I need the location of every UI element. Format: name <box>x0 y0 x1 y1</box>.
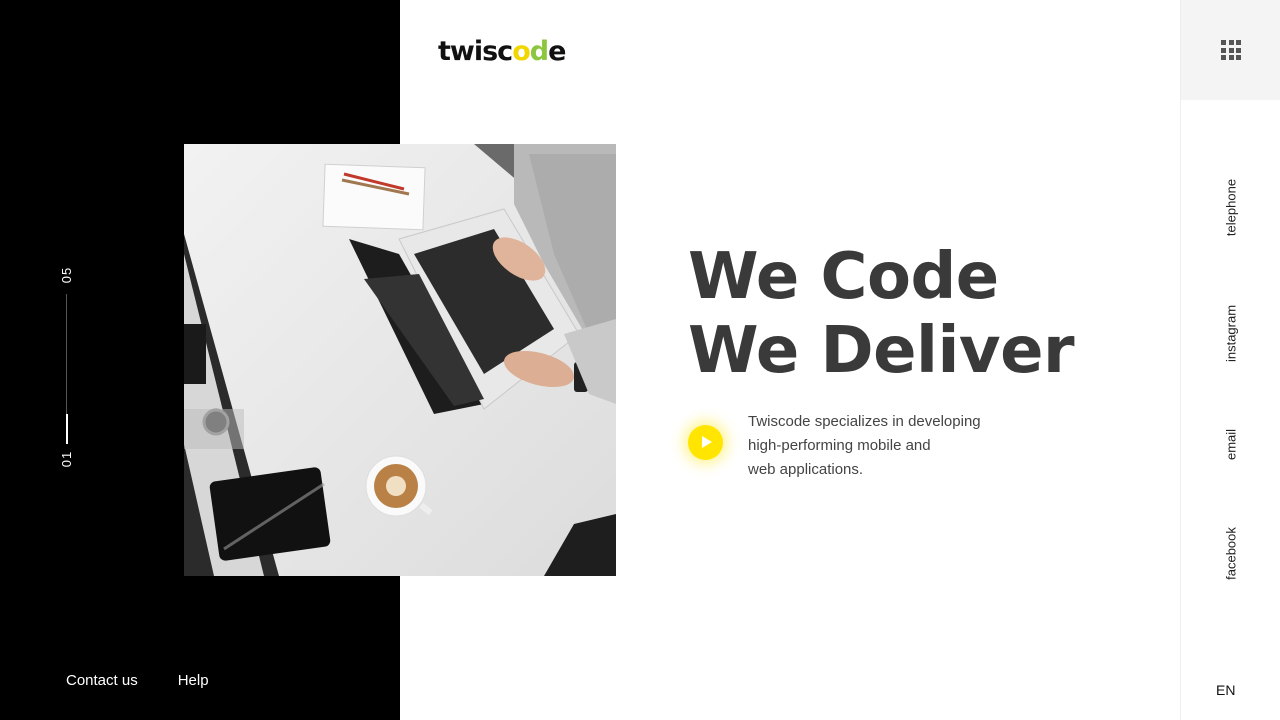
laptop-desk-image <box>184 144 616 576</box>
hero-title-line-2: We Deliver <box>688 314 1075 388</box>
facebook-link[interactable]: facebook <box>1224 527 1239 580</box>
logo-letter-green: d <box>529 36 549 67</box>
hero-description-line: Twiscode specializes in developing <box>748 413 981 430</box>
slide-progress <box>66 414 68 444</box>
logo-text-end: e <box>548 36 566 67</box>
social-item-email: email <box>1181 429 1280 460</box>
telephone-link[interactable]: telephone <box>1224 179 1239 236</box>
brand-logo[interactable]: twiscode <box>438 36 566 67</box>
logo-letter-yellow: o <box>512 36 531 67</box>
play-icon <box>702 436 712 448</box>
play-video-button[interactable] <box>688 425 723 460</box>
slide-total: 05 <box>59 266 74 284</box>
hero-description-line: web applications. <box>748 461 864 478</box>
grid-menu-icon <box>1221 40 1241 60</box>
hero-description: Twiscode specializes in developing high-… <box>748 410 1018 482</box>
logo-text-start: twisc <box>438 36 513 67</box>
hero-photo <box>184 144 616 576</box>
language-switcher[interactable]: EN <box>1216 682 1235 698</box>
help-link[interactable]: Help <box>178 672 209 689</box>
menu-button[interactable] <box>1181 0 1280 100</box>
email-link[interactable]: email <box>1224 429 1239 460</box>
instagram-link[interactable]: instagram <box>1224 305 1239 362</box>
social-item-instagram: instagram <box>1181 305 1280 362</box>
slide-indicator: 05 01 <box>58 262 76 472</box>
hero-title-line-1: We Code <box>688 240 999 314</box>
slide-current: 01 <box>59 450 74 468</box>
social-item-facebook: facebook <box>1181 527 1280 580</box>
footer-links: Contact us Help <box>66 672 209 689</box>
hero-description-line: high-performing mobile and <box>748 437 931 454</box>
contact-us-link[interactable]: Contact us <box>66 672 138 689</box>
hero-title: We Code We Deliver <box>688 240 1075 388</box>
social-item-telephone: telephone <box>1181 179 1280 236</box>
right-sidebar: telephone instagram email facebook <box>1180 0 1280 720</box>
